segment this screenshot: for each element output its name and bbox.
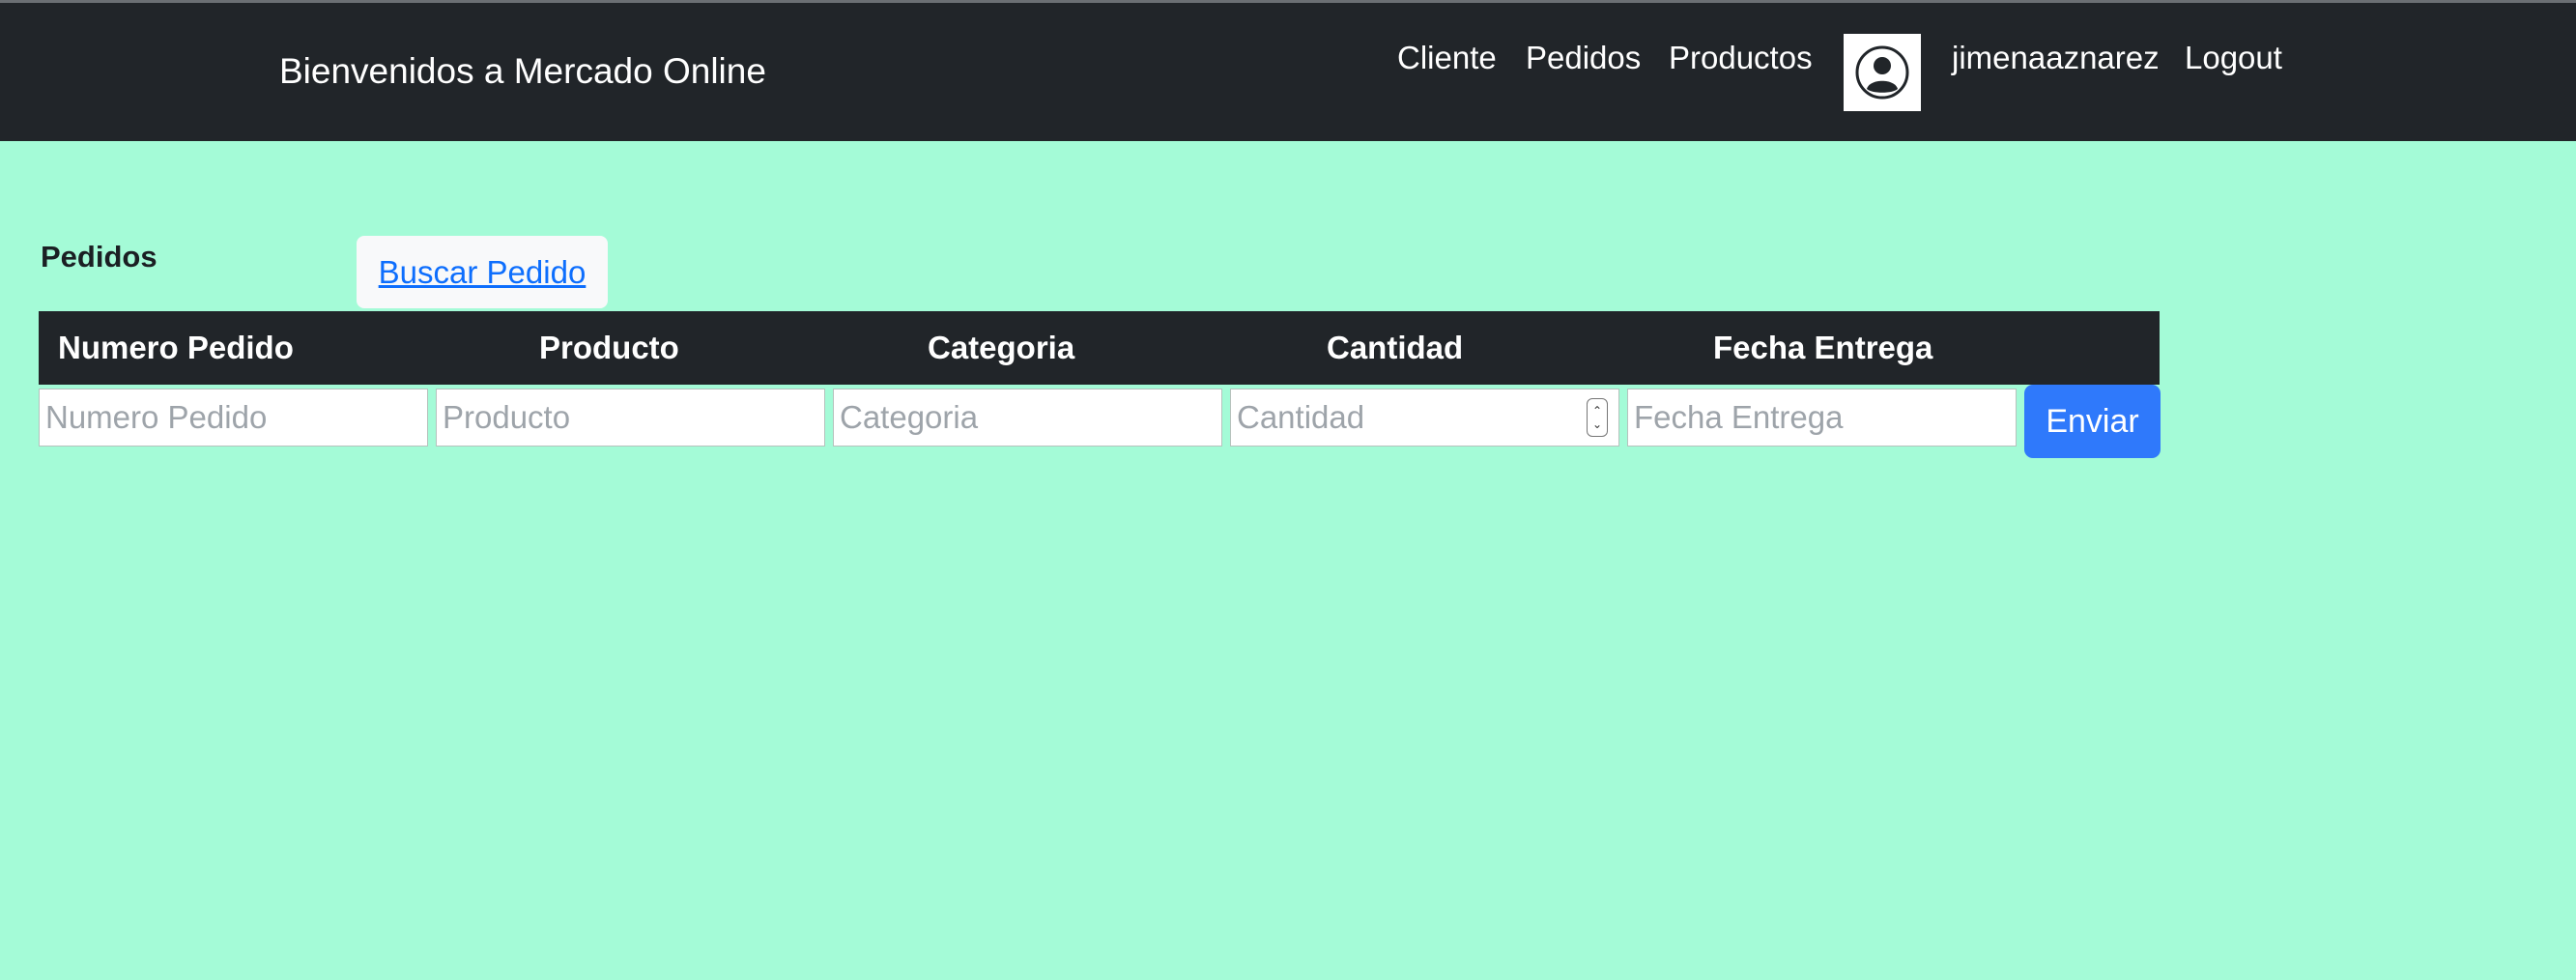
table-header: Numero Pedido Producto Categoria Cantida… [39, 311, 2160, 385]
header-categoria: Categoria [928, 330, 1075, 365]
cantidad-input[interactable] [1230, 389, 1619, 447]
navbar: Bienvenidos a Mercado Online Cliente Ped… [0, 3, 2576, 141]
avatar[interactable] [1844, 34, 1921, 111]
nav-link-productos[interactable]: Productos [1669, 40, 1813, 76]
brand-title: Bienvenidos a Mercado Online [279, 51, 766, 91]
header-numero-pedido: Numero Pedido [58, 330, 294, 365]
nav-link-cliente[interactable]: Cliente [1397, 40, 1497, 76]
header-cantidad: Cantidad [1327, 330, 1464, 365]
header-fecha-entrega: Fecha Entrega [1713, 330, 1933, 365]
enviar-button[interactable]: Enviar [2024, 385, 2161, 458]
producto-input[interactable] [436, 389, 825, 447]
nav-link-pedidos[interactable]: Pedidos [1526, 40, 1641, 76]
nav-link-logout[interactable]: Logout [2185, 40, 2282, 76]
user-circle-icon [1855, 45, 1909, 100]
header-producto: Producto [539, 330, 679, 365]
search-pedido-box: Buscar Pedido [357, 236, 608, 308]
stepper-down-icon[interactable]: ⌄ [1592, 418, 1602, 431]
categoria-input[interactable] [833, 389, 1222, 447]
cantidad-stepper[interactable]: ⌃ ⌄ [1587, 398, 1608, 437]
page-title: Pedidos [41, 240, 157, 274]
fecha-entrega-input[interactable] [1627, 389, 2017, 447]
numero-pedido-input[interactable] [39, 389, 428, 447]
stepper-up-icon[interactable]: ⌃ [1592, 404, 1602, 418]
nav-username[interactable]: jimenaaznarez [1952, 40, 2160, 76]
search-pedido-link[interactable]: Buscar Pedido [379, 254, 587, 291]
